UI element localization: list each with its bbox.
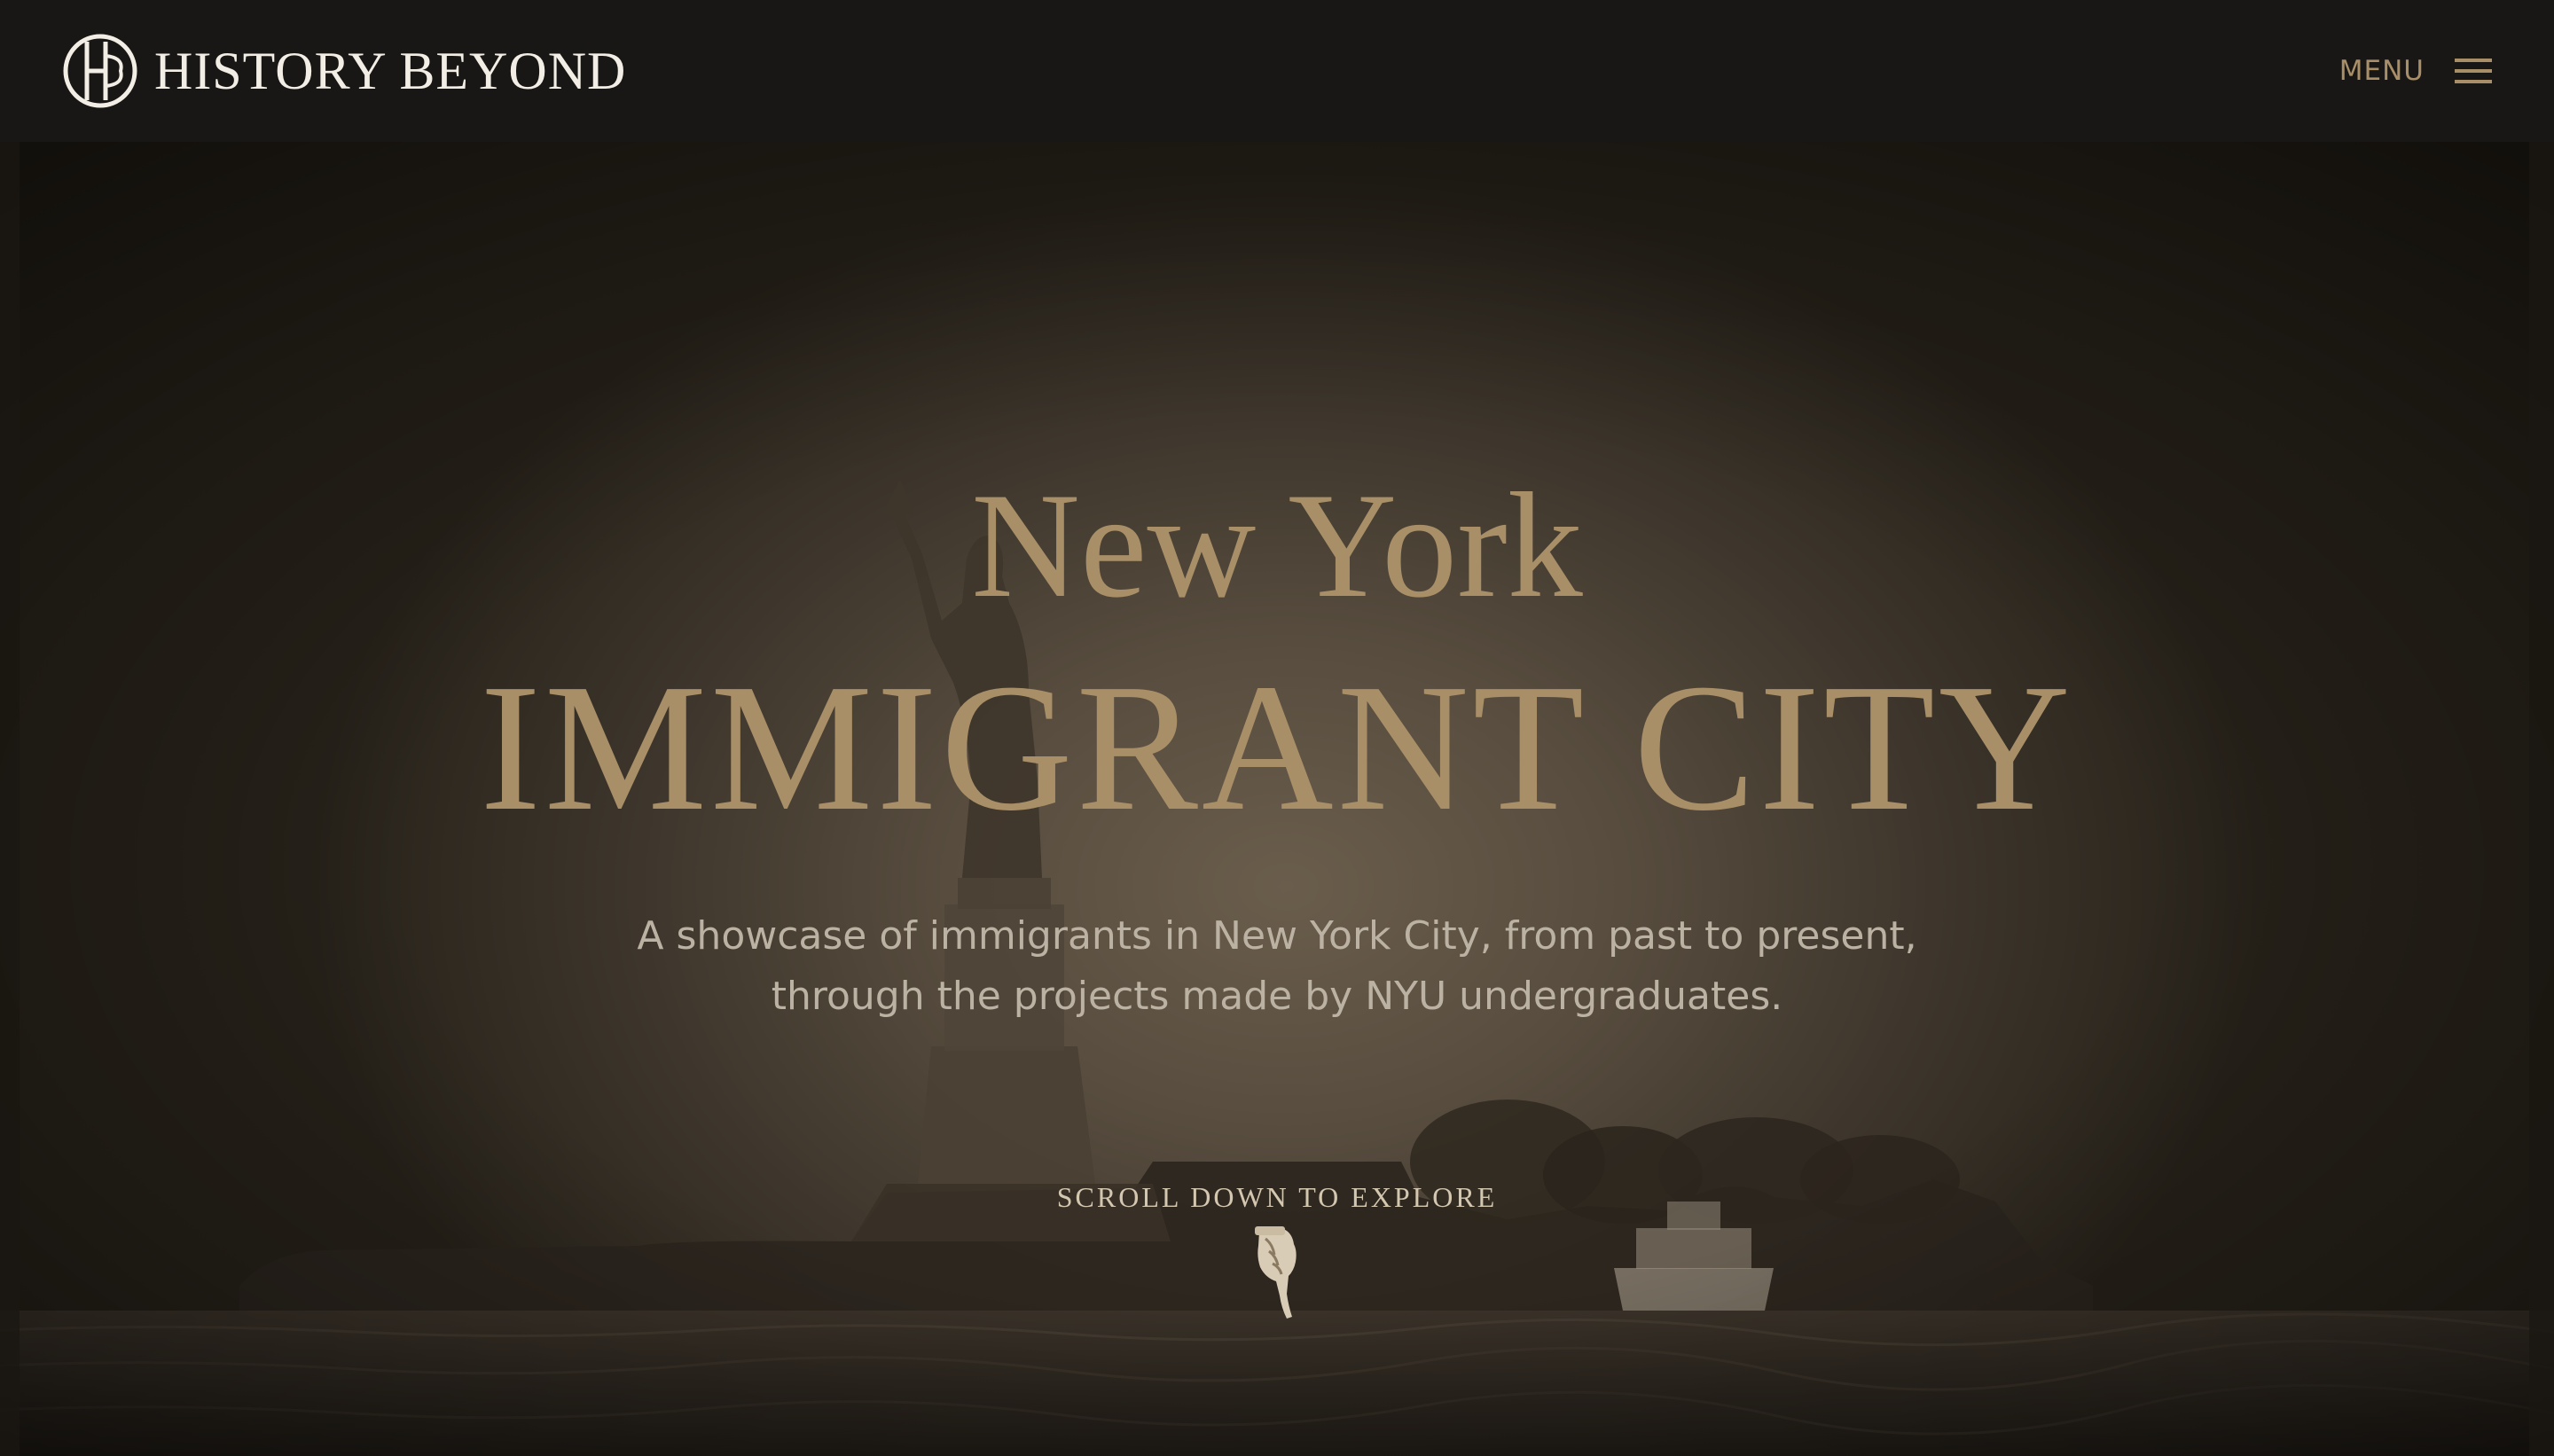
description-line-1: A showcase of immigrants in New York Cit… [637, 913, 1917, 959]
scroll-down-cta[interactable]: SCROLL DOWN TO EXPLORE [922, 1181, 1632, 1322]
hero-description: A showcase of immigrants in New York Cit… [568, 906, 1986, 1027]
menu-button[interactable]: MENU [2339, 55, 2492, 87]
pointing-hand-down-icon [1255, 1226, 1297, 1319]
hero-kicker: New York [971, 462, 1583, 629]
description-line-2: through the projects made by NYU undergr… [771, 974, 1783, 1019]
hero-section: New York IMMIGRANT CITY A showcase of im… [0, 142, 2554, 1456]
hb-monogram-icon [63, 34, 137, 108]
hero-content: New York IMMIGRANT CITY A showcase of im… [0, 142, 2554, 1456]
scroll-label: SCROLL DOWN TO EXPLORE [1056, 1181, 1498, 1213]
brand-name: HISTORY BEYOND [154, 42, 627, 100]
hamburger-icon [2455, 59, 2492, 83]
menu-label: MENU [2339, 55, 2425, 87]
brand-home-link[interactable]: HISTORY BEYOND [62, 33, 626, 109]
hero-title: IMMIGRANT CITY [480, 646, 2074, 849]
site-header: HISTORY BEYOND MENU [0, 0, 2554, 142]
